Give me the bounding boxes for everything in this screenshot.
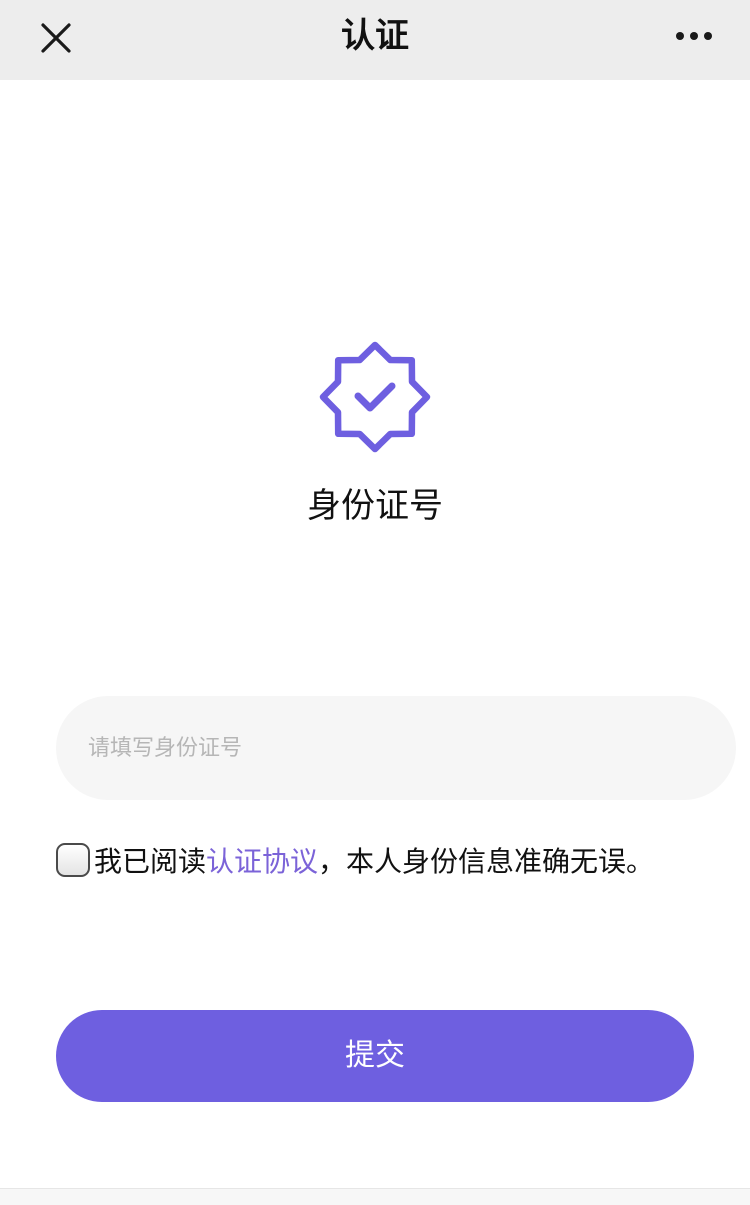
id-number-heading: 身份证号 <box>307 486 443 526</box>
agreement-checkbox[interactable] <box>56 843 90 877</box>
more-options-button[interactable] <box>662 10 726 62</box>
id-number-input[interactable] <box>56 696 736 800</box>
identity-verification-page: 认证 身份证号 我已阅读认证协议，本人身份信息准确无误。 提交 <box>0 0 750 1205</box>
agreement-statement: 我已阅读认证协议，本人身份信息准确无误。 <box>56 838 656 886</box>
agreement-link[interactable]: 认证协议 <box>206 845 318 878</box>
top-navigation-bar: 认证 <box>0 0 750 80</box>
submit-button[interactable]: 提交 <box>56 1010 694 1102</box>
close-button[interactable] <box>26 10 86 70</box>
more-horizontal-icon <box>676 32 712 40</box>
verified-badge-icon <box>318 340 432 454</box>
agreement-suffix: ，本人身份信息准确无误。 <box>318 845 655 878</box>
page-title: 认证 <box>341 16 409 56</box>
bottom-safe-area <box>0 1188 750 1205</box>
close-icon <box>41 23 71 53</box>
agreement-prefix: 我已阅读 <box>94 845 207 878</box>
